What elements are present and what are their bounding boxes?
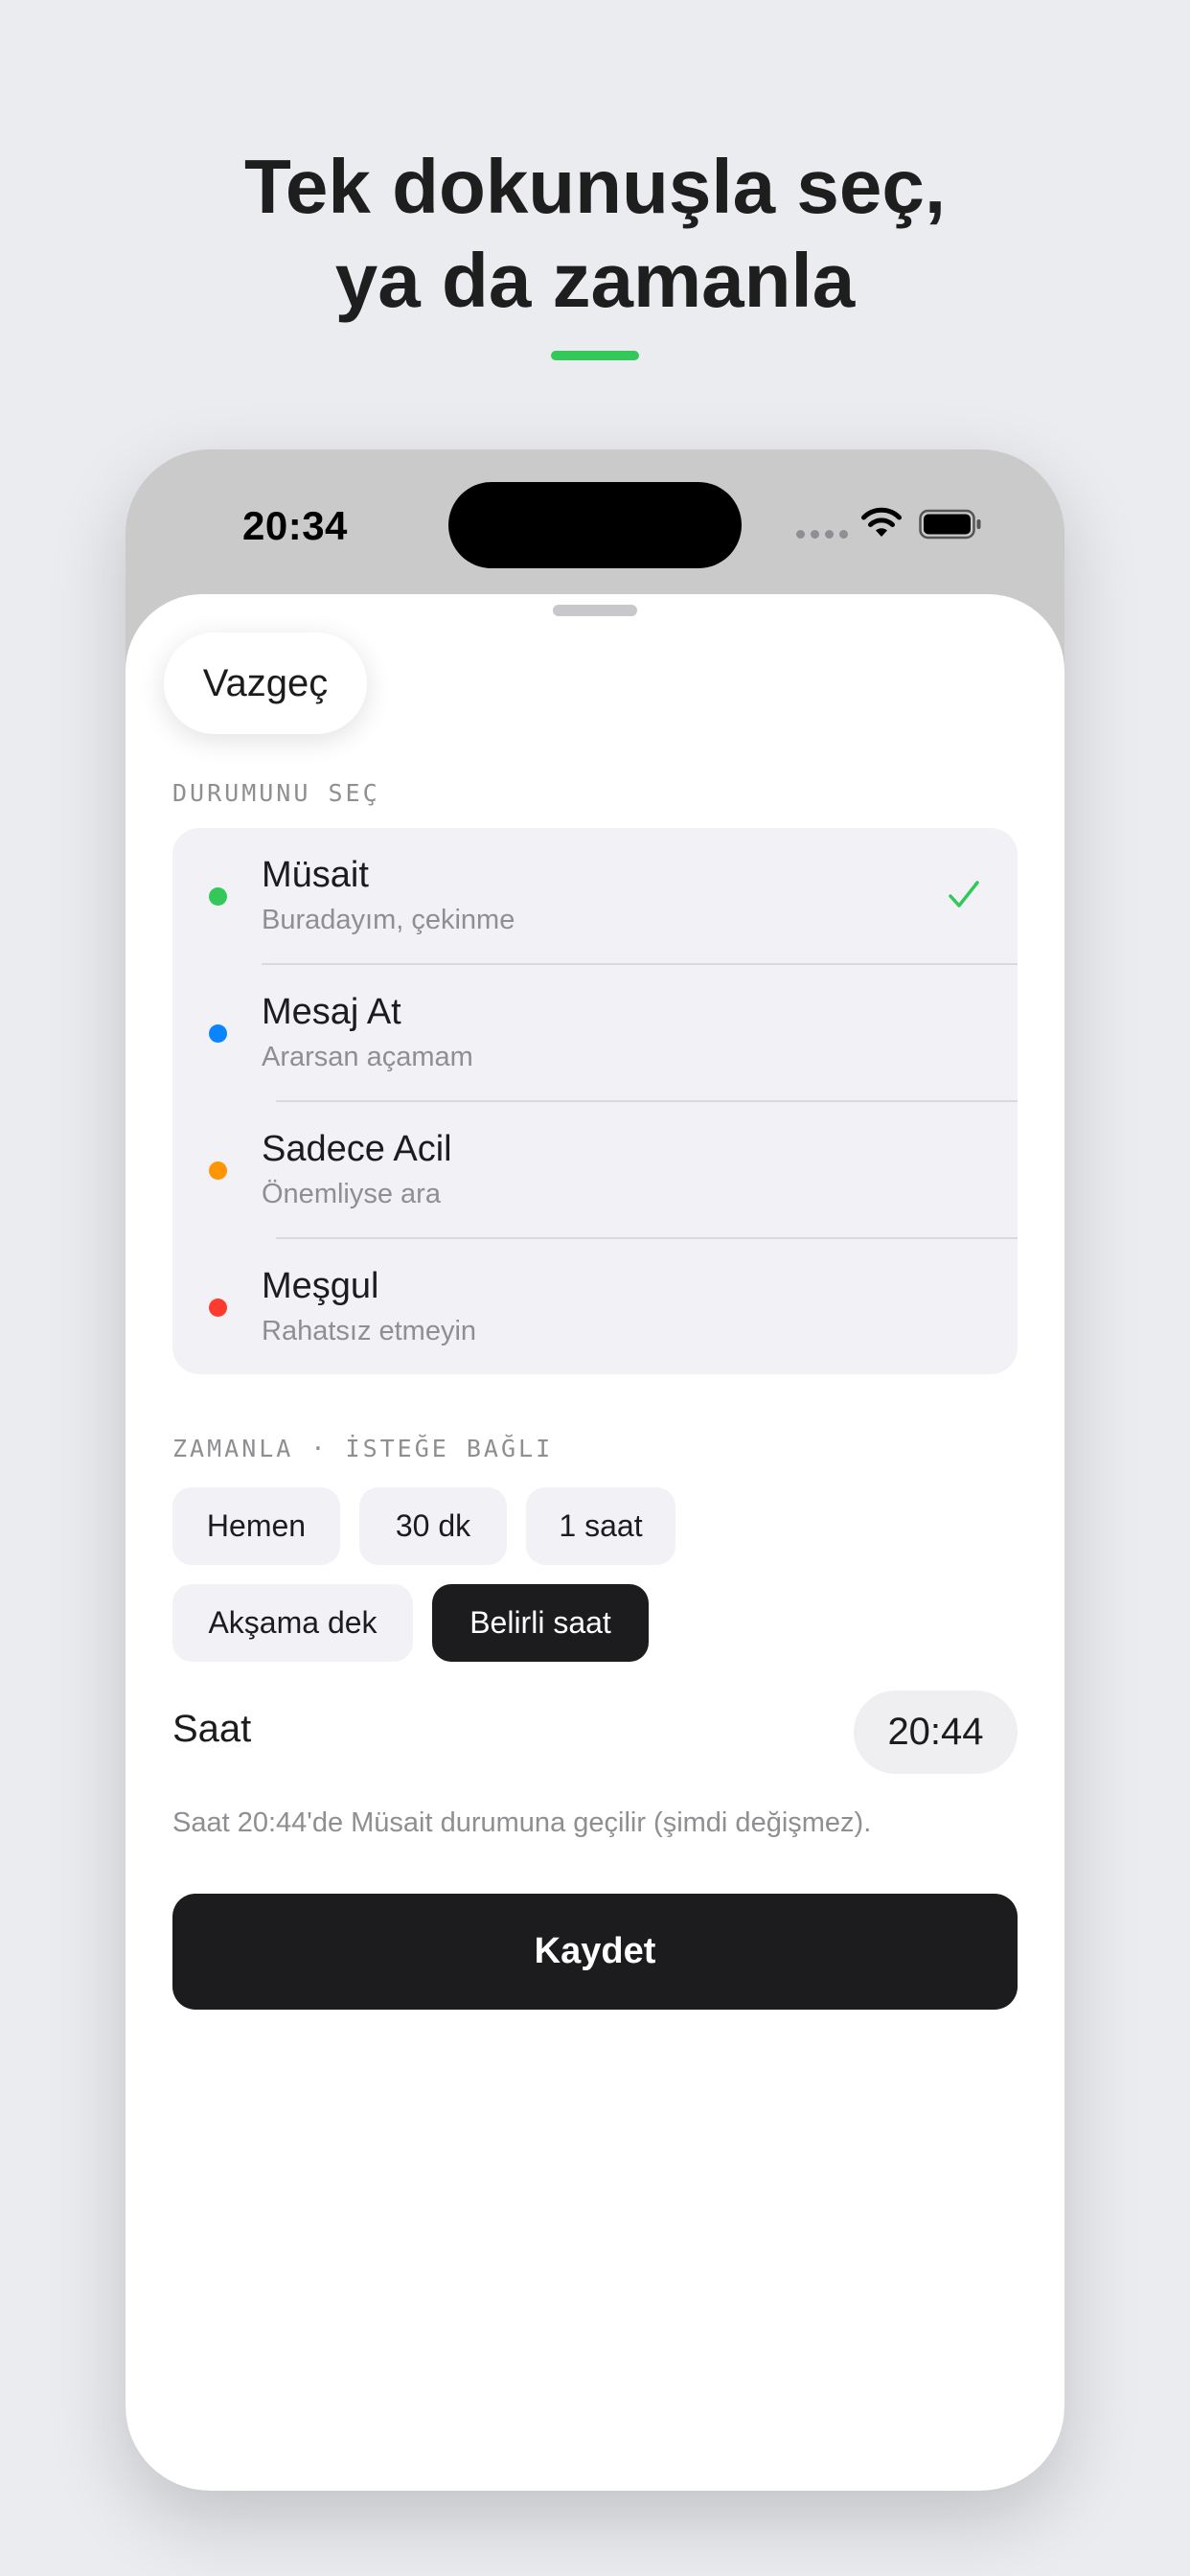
status-subtitle: Buradayım, çekinme [262,905,515,935]
status-list: Müsait Buradayım, çekinme Mesaj At Arars… [172,828,1018,1374]
status-subtitle: Rahatsız etmeyin [262,1316,477,1346]
time-label: Saat [172,1708,252,1750]
status-title: Sadece Acil [262,1129,452,1169]
status-row-sadece-acil[interactable]: Sadece Acil Önemliyse ara [172,1102,1018,1239]
schedule-chip-30dk[interactable]: 30 dk [359,1487,507,1565]
schedule-chip-aksama-dek[interactable]: Akşama dek [172,1584,413,1662]
headline-line-1: Tek dokunuşla seç, [243,144,947,229]
status-dot-orange [209,1162,227,1180]
schedule-note: Saat 20:44'de Müsait durumuna geçilir (ş… [172,1807,872,1838]
save-button[interactable]: Kaydet [172,1894,1018,2010]
schedule-chip-hemen[interactable]: Hemen [172,1487,340,1565]
headline-accent-bar [551,351,639,360]
schedule-section-label: ZAMANLA · İSTEĞE BAĞLI [172,1435,554,1462]
schedule-chip-1saat[interactable]: 1 saat [526,1487,675,1565]
status-bar-time: 20:34 [242,503,348,548]
status-dot-green [209,887,227,906]
phone-frame: 20:34 Vazgeç DURUMUNU SEÇ Müsait Buraday… [126,449,1064,2491]
wifi-icon [861,507,902,537]
status-title: Müsait [262,855,369,895]
checkmark-icon [949,881,979,908]
status-row-mesgul[interactable]: Meşgul Rahatsız etmeyin [172,1239,1018,1374]
headline-line-2: ya da zamanla [334,238,856,323]
status-title: Meşgul [262,1266,379,1306]
status-dot-blue [209,1024,227,1043]
schedule-chip-belirli-saat[interactable]: Belirli saat [432,1584,649,1662]
status-subtitle: Önemliyse ara [262,1179,441,1209]
dynamic-island [448,482,742,568]
cancel-button[interactable]: Vazgeç [164,632,367,734]
status-subtitle: Ararsan açamam [262,1042,473,1072]
status-title: Mesaj At [262,992,401,1032]
headline: Tek dokunuşla seç, ya da zamanla [0,140,1190,328]
status-section-label: DURUMUNU SEÇ [172,779,380,807]
sheet-grabber[interactable] [553,605,637,616]
status-dot-red [209,1299,227,1317]
status-sheet: Vazgeç DURUMUNU SEÇ Müsait Buradayım, çe… [126,594,1064,2491]
status-row-musait[interactable]: Müsait Buradayım, çekinme [172,828,1018,965]
battery-icon [919,509,981,540]
status-row-mesaj-at[interactable]: Mesaj At Ararsan açamam [172,965,1018,1102]
time-picker-button[interactable]: 20:44 [854,1690,1018,1774]
cellular-signal-icon [796,530,848,539]
